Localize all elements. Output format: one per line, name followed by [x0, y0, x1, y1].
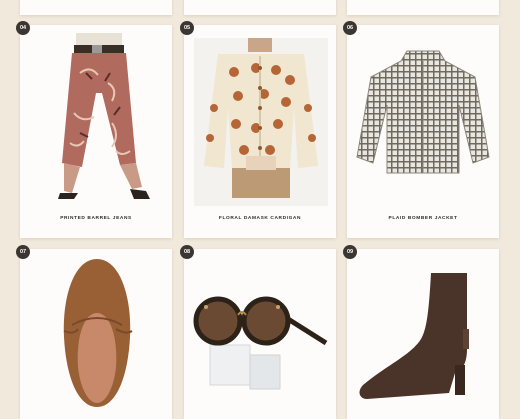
- product-card-partial[interactable]: [347, 0, 499, 15]
- floral-damask-cardigan-photo: [194, 38, 328, 206]
- printed-barrel-jeans-photo: [58, 33, 150, 199]
- product-number-badge: 08: [180, 245, 194, 259]
- product-card[interactable]: 05 FLORAL DAMASK CARDIGAN: [180, 21, 336, 238]
- suede-ankle-boot-photo: [359, 273, 469, 399]
- product-card-partial[interactable]: [20, 0, 172, 15]
- plaid-bomber-jacket-photo: [356, 50, 490, 174]
- product-name[interactable]: FLORAL DAMASK CARDIGAN: [184, 216, 336, 221]
- product-card[interactable]: 07: [16, 245, 172, 419]
- round-tortoise-sunglasses-photo: [193, 296, 328, 390]
- product-card[interactable]: 08: [180, 245, 336, 419]
- product-number-badge: 05: [180, 21, 194, 35]
- product-number-badge: 09: [343, 245, 357, 259]
- suede-ballet-flat-photo: [63, 259, 133, 407]
- product-number-badge: 07: [16, 245, 30, 259]
- product-card[interactable]: 04 PRINTED BARREL JEANS: [16, 21, 172, 238]
- product-number-badge: 04: [16, 21, 30, 35]
- product-card[interactable]: 06 PLAID BOMBER JACKET: [343, 21, 499, 238]
- product-card[interactable]: 09: [343, 245, 499, 419]
- product-number-badge: 06: [343, 21, 357, 35]
- product-name[interactable]: PLAID BOMBER JACKET: [347, 216, 499, 221]
- product-card-partial[interactable]: [184, 0, 336, 15]
- product-name[interactable]: PRINTED BARREL JEANS: [20, 216, 172, 221]
